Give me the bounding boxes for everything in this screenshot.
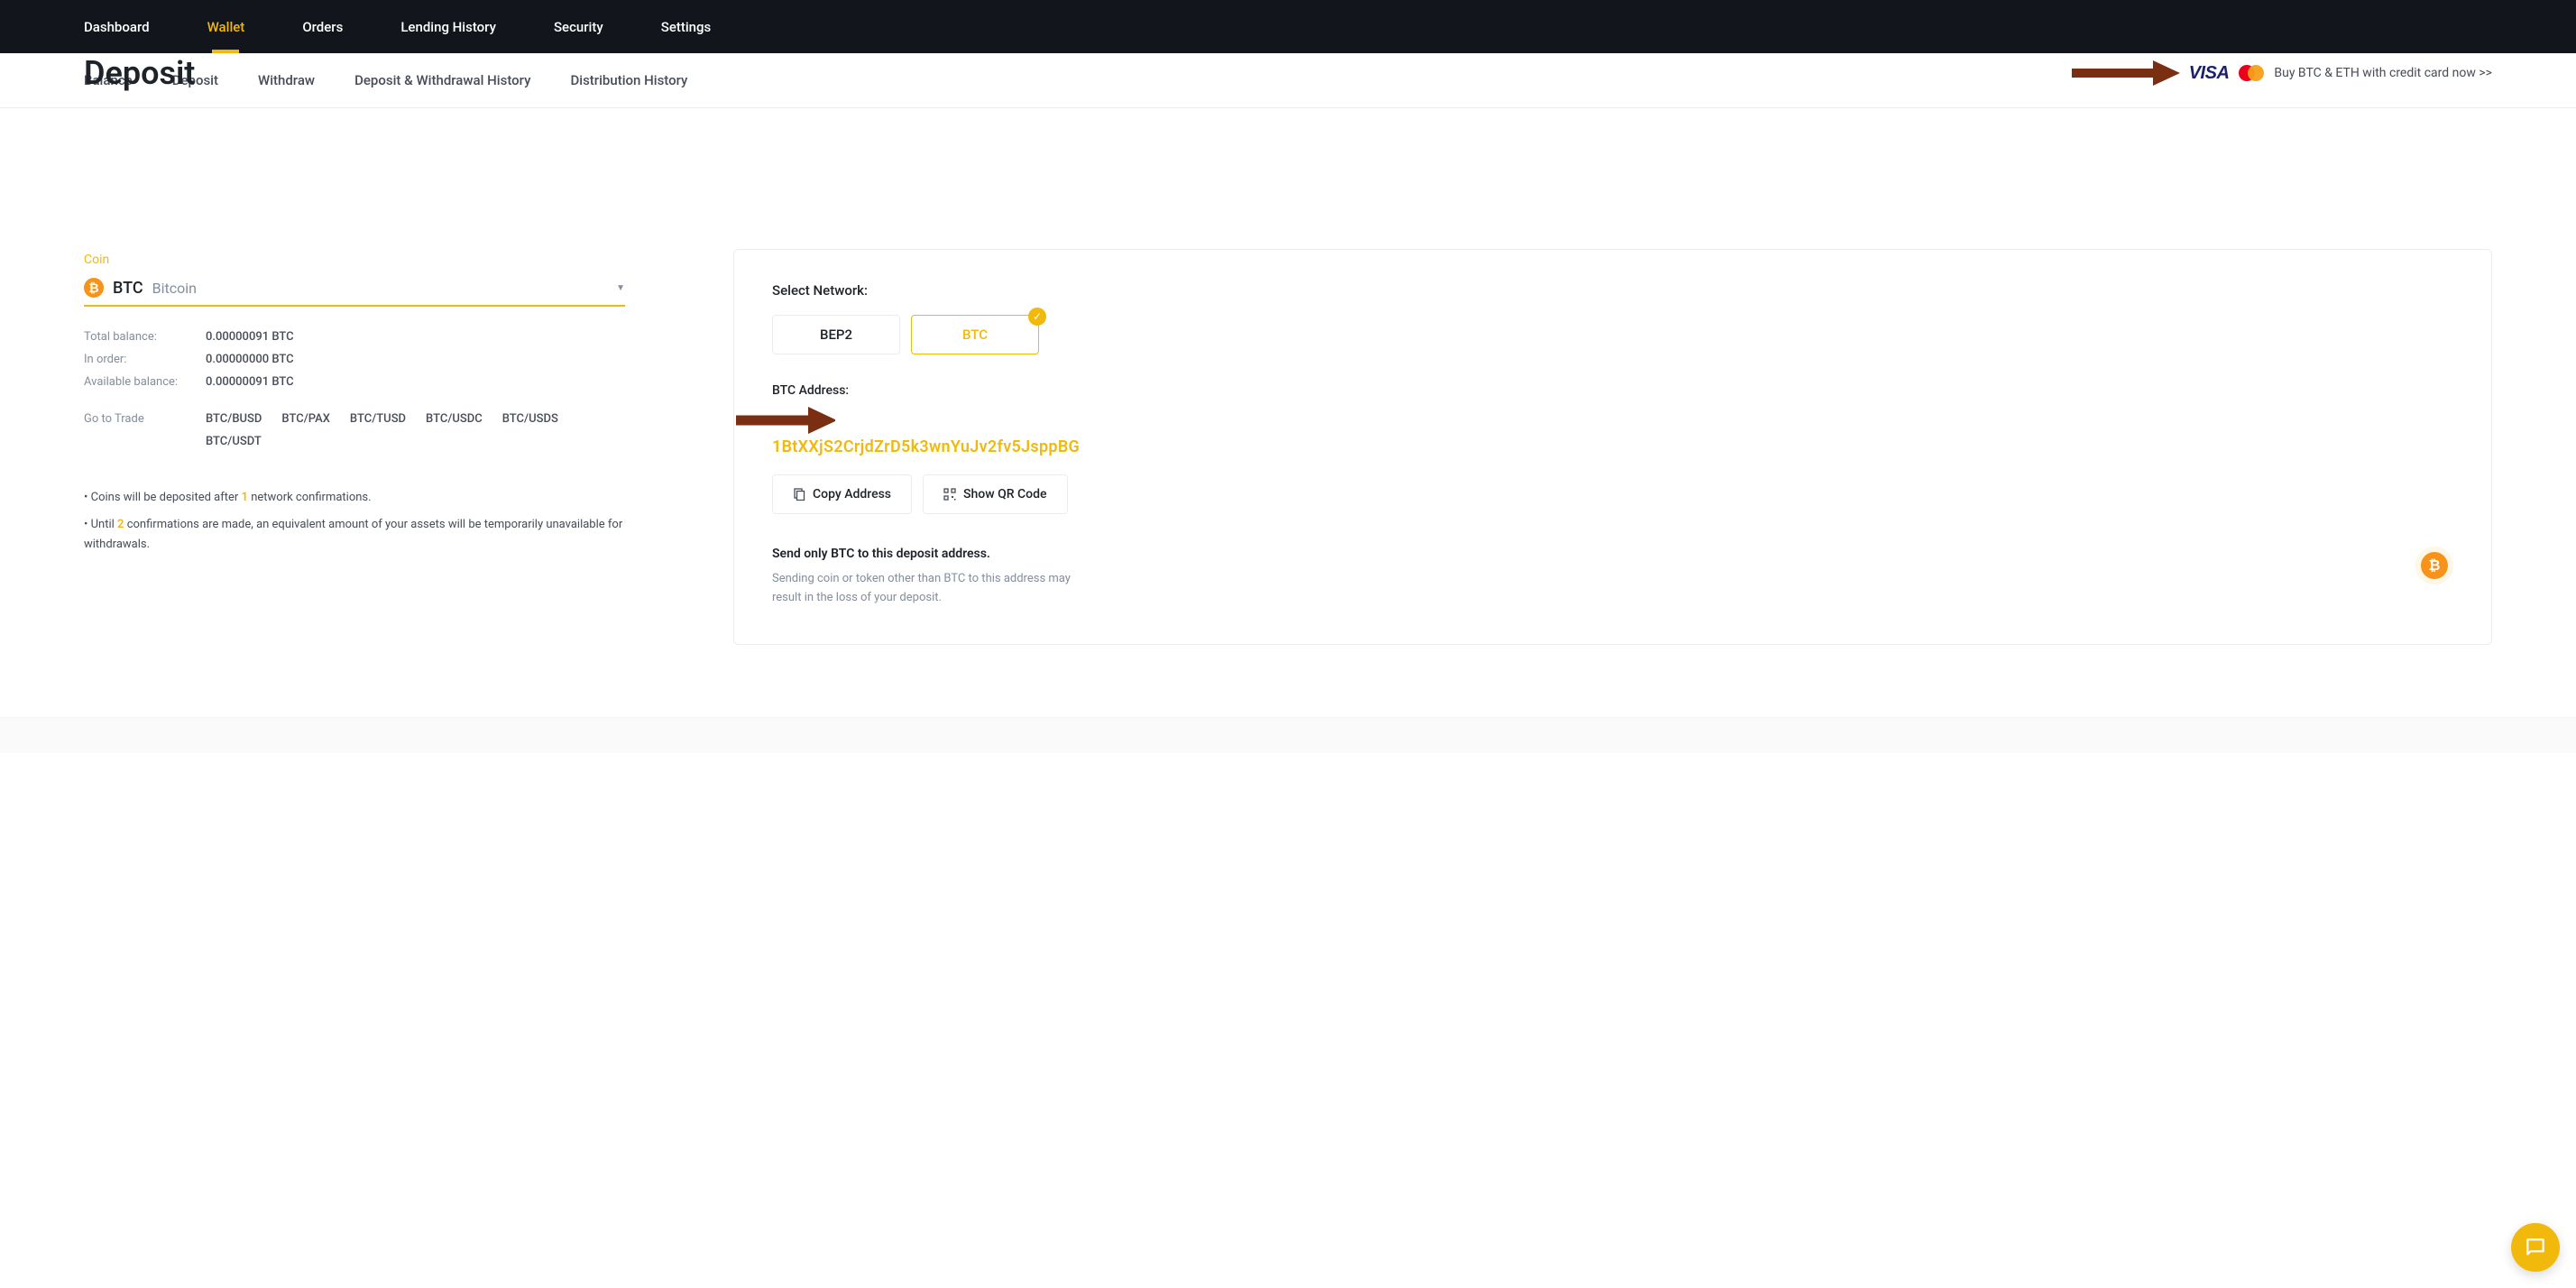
nav-dashboard[interactable]: Dashboard	[84, 0, 150, 53]
show-qr-button[interactable]: Show QR Code	[923, 474, 1067, 514]
warning-title: Send only BTC to this deposit address.	[772, 547, 2388, 561]
trade-pairs: BTC/BUSD BTC/PAX BTC/TUSD BTC/USDC BTC/U…	[206, 412, 584, 448]
pair-btc-usdt[interactable]: BTC/USDT	[206, 435, 262, 448]
coin-label: Coin	[84, 253, 625, 267]
coin-symbol: BTC	[113, 279, 143, 298]
page-title: Deposit	[84, 54, 195, 92]
show-qr-label: Show QR Code	[963, 487, 1046, 501]
network-btc-label: BTC	[962, 327, 988, 343]
pair-btc-pax[interactable]: BTC/PAX	[281, 412, 330, 426]
network-options: BEP2 BTC ✓	[772, 315, 2453, 354]
available-balance-value: 0.00000091 BTC	[206, 375, 294, 389]
in-order-label: In order:	[84, 353, 206, 366]
deposit-notes: • Coins will be deposited after 1 networ…	[84, 488, 625, 555]
chat-icon	[2524, 1236, 2547, 1259]
address-value: 1BtXXjS2CrjdZrD5k3wnYuJv2fv5JsppBG	[772, 410, 2453, 456]
annotation-arrow-icon	[736, 407, 2417, 434]
total-balance-value: 0.00000091 BTC	[206, 330, 294, 344]
select-network-label: Select Network:	[772, 282, 2453, 299]
pair-btc-busd[interactable]: BTC/BUSD	[206, 412, 262, 426]
pair-btc-tusd[interactable]: BTC/TUSD	[350, 412, 406, 426]
pair-btc-usds[interactable]: BTC/USDS	[502, 412, 558, 426]
in-order-value: 0.00000000 BTC	[206, 353, 294, 366]
bitcoin-icon: ₿	[84, 278, 104, 298]
go-to-trade: Go to Trade BTC/BUSD BTC/PAX BTC/TUSD BT…	[84, 412, 625, 448]
right-column: Select Network: BEP2 BTC ✓ BTC Address: …	[733, 162, 2492, 645]
qr-icon	[943, 488, 956, 501]
chat-button[interactable]	[2511, 1223, 2560, 1272]
visa-logo: VISA	[2189, 63, 2230, 84]
network-bep2[interactable]: BEP2	[772, 315, 900, 354]
note-confirmations: • Coins will be deposited after 1 networ…	[84, 488, 625, 508]
nav-settings[interactable]: Settings	[661, 0, 712, 53]
balances: Total balance: 0.00000091 BTC In order: …	[84, 330, 625, 389]
coin-select[interactable]: ₿ BTC Bitcoin ▼	[84, 278, 625, 307]
nav-orders[interactable]: Orders	[302, 0, 343, 53]
warning-coin-badge: ₿	[2415, 547, 2453, 584]
copy-address-button[interactable]: Copy Address	[772, 474, 912, 514]
bitcoin-icon: ₿	[2421, 552, 2448, 579]
address-actions: Copy Address Show QR Code	[772, 474, 2453, 514]
chevron-down-icon: ▼	[616, 283, 625, 293]
coin-name: Bitcoin	[152, 280, 197, 297]
nav-security[interactable]: Security	[554, 0, 603, 53]
total-balance-label: Total balance:	[84, 330, 206, 344]
warning-row: Send only BTC to this deposit address. S…	[772, 547, 2453, 608]
nav-wallet[interactable]: Wallet	[207, 0, 245, 53]
deposit-panel: Select Network: BEP2 BTC ✓ BTC Address: …	[733, 249, 2492, 645]
check-icon: ✓	[1028, 308, 1046, 326]
footer-spacer	[0, 717, 2576, 753]
credit-card-link-text: Buy BTC & ETH with credit card now >>	[2274, 66, 2492, 80]
credit-card-link[interactable]: VISA Buy BTC & ETH with credit card now …	[2072, 60, 2492, 86]
left-column: Coin ₿ BTC Bitcoin ▼ Total balance: 0.00…	[84, 162, 625, 645]
warning-description: Sending coin or token other than BTC to …	[772, 570, 1097, 608]
go-to-trade-label: Go to Trade	[84, 412, 206, 448]
available-balance-label: Available balance:	[84, 375, 206, 389]
note-unavailable: • Until 2 confirmations are made, an equ…	[84, 515, 625, 555]
mastercard-logo	[2238, 64, 2265, 82]
pair-btc-usdc[interactable]: BTC/USDC	[426, 412, 483, 426]
nav-lending-history[interactable]: Lending History	[400, 0, 496, 53]
copy-icon	[793, 488, 805, 501]
header-row: Deposit VISA Buy BTC & ETH with credit c…	[84, 54, 2492, 92]
annotation-arrow-icon	[2072, 60, 2180, 86]
network-btc[interactable]: BTC ✓	[911, 315, 1039, 354]
copy-address-label: Copy Address	[813, 487, 891, 501]
address-label: BTC Address:	[772, 383, 2453, 398]
main: Coin ₿ BTC Bitcoin ▼ Total balance: 0.00…	[0, 108, 2576, 717]
top-nav: Dashboard Wallet Orders Lending History …	[0, 0, 2576, 53]
